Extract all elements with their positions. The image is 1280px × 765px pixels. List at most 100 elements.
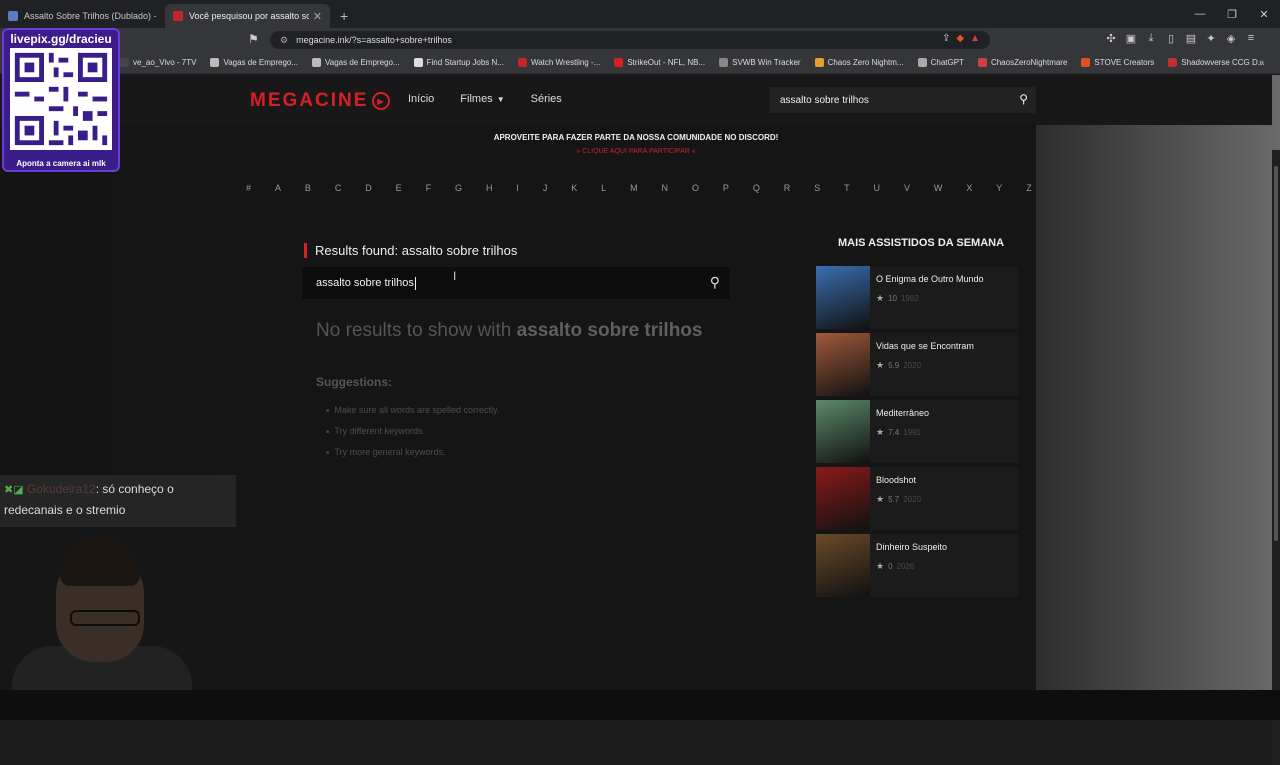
alphabet-letter[interactable]: D (365, 183, 372, 193)
alphabet-letter[interactable]: E (396, 183, 402, 193)
movie-title[interactable]: Bloodshot (876, 475, 921, 485)
bookmark-item[interactable]: STOVE Creators (1081, 58, 1154, 67)
movie-poster[interactable] (816, 534, 870, 597)
close-window-icon[interactable]: ✕ (1248, 0, 1280, 28)
alphabet-letter[interactable]: H (486, 183, 493, 193)
bookmark-item[interactable]: Chaos Zero Nightm... (814, 58, 904, 67)
alphabet-letter[interactable]: F (426, 183, 432, 193)
new-tab-button[interactable]: + (330, 4, 358, 28)
alphabet-letter[interactable]: # (246, 183, 251, 193)
alphabet-letter[interactable]: Z (1026, 183, 1032, 193)
bookmark-item[interactable]: ve_ao_Vivo - 7TV (120, 58, 196, 67)
movie-poster[interactable] (816, 467, 870, 530)
reader-icon[interactable]: ▣ (1125, 32, 1137, 45)
alphabet-letter[interactable]: Y (996, 183, 1002, 193)
movie-title[interactable]: Dinheiro Suspeito (876, 542, 947, 552)
minimize-icon[interactable]: — (1184, 0, 1216, 28)
movie-card[interactable]: Dinheiro Suspeito ★ 0 2026 (816, 534, 1018, 597)
bookmarks-bar: ve_ao_Vivo - 7TV Vagas de Emprego... Vagas… (0, 52, 1280, 74)
alphabet-letter[interactable]: W (934, 183, 943, 193)
play-icon: ▶ (372, 92, 391, 110)
search-icon[interactable]: ⚲ (710, 274, 720, 291)
extensions-icon[interactable]: ✣ (1105, 32, 1117, 45)
bookmark-item[interactable]: Watch Wrestling -... (517, 58, 600, 67)
bookmark-item[interactable]: SVWB Win Tracker (719, 58, 801, 67)
alphabet-letter[interactable]: M (630, 183, 638, 193)
alphabet-letter[interactable]: V (904, 183, 910, 193)
nav-series[interactable]: Séries (531, 93, 562, 105)
alphabet-letter[interactable]: S (814, 183, 820, 193)
bookmark-icon[interactable]: ⚑ (248, 32, 259, 46)
alphabet-letter[interactable]: N (662, 183, 669, 193)
alphabet-letter[interactable]: A (275, 183, 281, 193)
browser-tab-active[interactable]: Você pesquisou por assalto sob ✕ (165, 4, 330, 28)
suggestions-title: Suggestions: (316, 375, 393, 389)
bookmark-item[interactable]: ChaosZeroNightmare (977, 58, 1067, 67)
bookmark-item[interactable]: ChatGPT (917, 58, 964, 67)
movie-poster[interactable] (816, 266, 870, 329)
wallet-icon[interactable]: ▤ (1185, 32, 1197, 45)
address-bar[interactable]: ⚙ megacine.ink/?s=assalto+sobre+trilhos … (270, 31, 990, 49)
close-tab-icon[interactable]: ✕ (313, 10, 322, 23)
alphabet-letter[interactable]: R (784, 183, 791, 193)
alphabet-letter[interactable]: C (335, 183, 342, 193)
search-icon[interactable]: ⚲ (1019, 92, 1028, 106)
text-caret (414, 276, 416, 290)
movie-card[interactable]: Vidas que se Encontram ★ 5.9 2020 (816, 333, 1018, 396)
ai-icon[interactable]: ✦ (1205, 32, 1217, 45)
star-icon: ★ (876, 360, 885, 370)
brave-rewards-icon[interactable]: ▲ (970, 33, 980, 44)
movie-year: 2020 (903, 495, 921, 504)
page-scrollbar[interactable] (1272, 150, 1280, 765)
more-bookmarks-icon[interactable]: » (1259, 57, 1264, 67)
movie-poster[interactable] (816, 400, 870, 463)
menu-icon[interactable]: ≡ (1245, 32, 1257, 45)
bookmark-item[interactable]: Find Startup Jobs N... (413, 58, 504, 67)
movie-card[interactable]: Mediterrâneo ★ 7.4 1991 (816, 400, 1018, 463)
movie-title[interactable]: Mediterrâneo (876, 408, 929, 418)
bookmark-favicon-icon (814, 58, 824, 67)
bookmark-item[interactable]: StrikeOut - NFL, NB... (614, 58, 705, 67)
alphabet-letter[interactable]: T (844, 183, 850, 193)
bookmark-item[interactable]: Vagas de Emprego... (210, 58, 298, 67)
results-search-input[interactable]: assalto sobre trilhos ⚲ (302, 267, 730, 299)
tab-bar: Assalto Sobre Trilhos (Dublado) - 19 Voc… (0, 0, 1280, 28)
movie-poster[interactable] (816, 333, 870, 396)
alphabet-letter[interactable]: L (601, 183, 606, 193)
sidebar-icon[interactable]: ▯ (1165, 32, 1177, 45)
alphabet-letter[interactable]: U (874, 183, 881, 193)
movie-rating: 5.9 (888, 361, 900, 370)
alphabet-letter[interactable]: P (723, 183, 729, 193)
movie-title[interactable]: O Enigma de Outro Mundo (876, 274, 984, 284)
movie-card[interactable]: O Enigma de Outro Mundo ★ 10 1982 (816, 266, 1018, 329)
alphabet-letter[interactable]: B (305, 183, 311, 193)
alphabet-letter[interactable]: I (516, 183, 519, 193)
nav-home[interactable]: Início (408, 93, 434, 105)
alphabet-letter[interactable]: O (692, 183, 699, 193)
download-icon[interactable]: ⤓ (1145, 32, 1157, 45)
maximize-icon[interactable]: ❐ (1216, 0, 1248, 28)
movie-rating: 10 (888, 294, 897, 303)
vpn-icon[interactable]: ◈ (1225, 32, 1237, 45)
brave-shield-icon[interactable]: ◆ (956, 33, 964, 44)
alphabet-letter[interactable]: G (455, 183, 462, 193)
bookmark-item[interactable]: Shadowverse CCG D... (1168, 58, 1264, 67)
bookmark-item[interactable]: Vagas de Emprego... (312, 58, 400, 67)
movie-title[interactable]: Vidas que se Encontram (876, 341, 974, 351)
share-icon[interactable]: ⇪ (942, 33, 950, 44)
alphabet-letter[interactable]: J (543, 183, 548, 193)
header-search-input[interactable]: assalto sobre trilhos ⚲ (770, 87, 1036, 113)
browser-tab[interactable]: Assalto Sobre Trilhos (Dublado) - 19 (0, 4, 165, 28)
alphabet-letter[interactable]: X (966, 183, 972, 193)
alphabet-letter[interactable]: K (571, 183, 577, 193)
bookmark-label: SVWB Win Tracker (732, 58, 801, 67)
alphabet-letter[interactable]: Q (753, 183, 760, 193)
discord-banner: APROVEITE PARA FAZER PARTE DA NOSSA COMU… (236, 133, 1036, 155)
nav-movies[interactable]: Filmes ▼ (460, 93, 504, 105)
scrollbar-thumb[interactable] (1274, 166, 1278, 541)
site-logo[interactable]: MEGACINE ▶ (250, 90, 391, 112)
site-info-icon[interactable]: ⚙ (280, 35, 288, 46)
star-icon: ★ (876, 494, 885, 504)
discord-link[interactable]: » CLIQUE AQUI PARA PARTICIPAR « (236, 148, 1036, 155)
movie-card[interactable]: Bloodshot ★ 5.7 2020 (816, 467, 1018, 530)
